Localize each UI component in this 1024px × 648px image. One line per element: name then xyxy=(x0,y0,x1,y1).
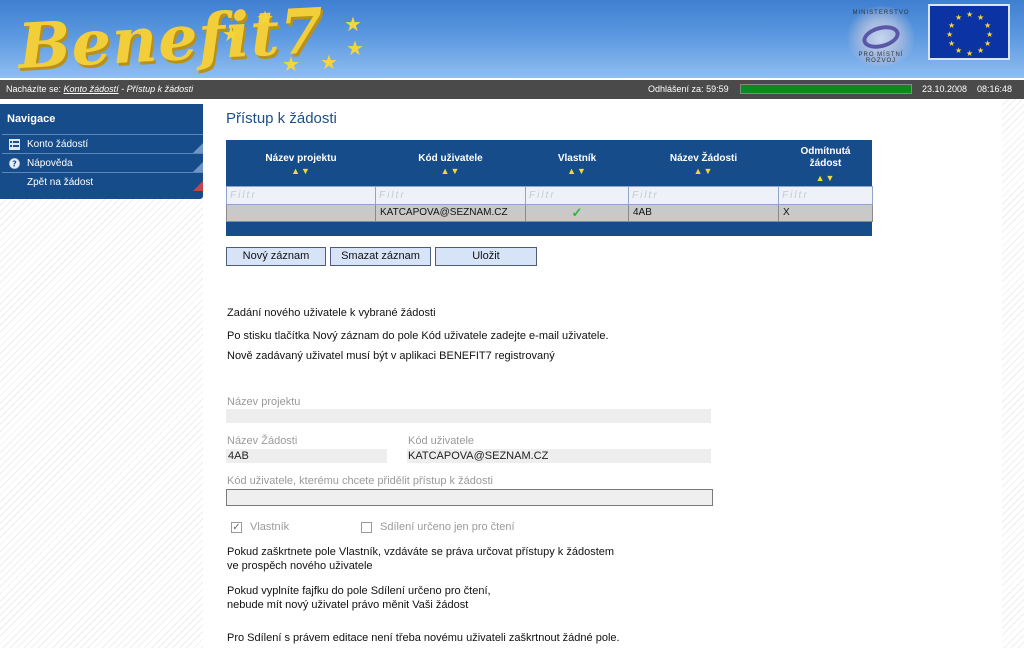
column-header-vlastnik[interactable]: Vlastník ▲▼ xyxy=(526,140,629,186)
table-row[interactable]: KATCAPOVA@SEZNAM.CZ ✓ 4AB X xyxy=(226,203,873,222)
sidebar-item-napoveda[interactable]: ? Nápověda xyxy=(2,153,203,172)
nazev-zadosti-label: Název Žádosti xyxy=(227,435,298,447)
logout-countdown: Odhlášení za: 59:59 xyxy=(648,84,729,94)
breadcrumb-link-konto[interactable]: Konto žádostí xyxy=(64,84,119,94)
cell-nazev-zadosti: 4AB xyxy=(628,203,779,222)
check-icon: ✓ xyxy=(525,203,629,222)
logo-star-icon: ★ xyxy=(344,14,362,36)
info-line: Zadání nového uživatele k vybrané žádost… xyxy=(227,307,436,319)
sidebar-item-konto-zadosti[interactable]: Konto žádostí xyxy=(2,134,203,153)
cell-nazev-projektu xyxy=(226,203,376,222)
access-grid: Název projektu ▲▼ Kód uživatele ▲▼ Vlastní… xyxy=(226,140,873,236)
nazev-projektu-label: Název projektu xyxy=(227,396,301,408)
sidebar-item-zpet-na-zadost[interactable]: Zpět na žádost xyxy=(2,172,203,191)
kod-uzivatele-label: Kód uživatele xyxy=(408,435,475,447)
column-header-nazev-projektu[interactable]: Název projektu ▲▼ xyxy=(227,140,376,186)
logo-star-icon: ★ xyxy=(282,54,300,76)
sidebar-navigation: Navigace Konto žádostí ? Nápověda Zpět n… xyxy=(0,104,203,199)
note-text: Pro Sdílení s právem editace není třeba … xyxy=(227,632,620,644)
filter-input[interactable]: Filtr xyxy=(525,185,629,205)
column-header-nazev-zadosti[interactable]: Název Žádosti ▲▼ xyxy=(629,140,779,186)
nazev-projektu-field xyxy=(226,409,711,423)
breadcrumb: Nacházíte se: Konto žádostí - Přístup k … xyxy=(6,84,194,94)
readonly-checkbox[interactable] xyxy=(361,522,372,533)
breadcrumb-current: Přístup k žádosti xyxy=(126,84,194,94)
note-text: nebude mít nový uživatel právo měnit Vaš… xyxy=(227,599,469,611)
logo-star-icon: ★ xyxy=(256,8,274,30)
header-banner: Benefit7 ★ ★ ★ ★ ★ ★ MINISTERSTVO PRO MÍ… xyxy=(0,0,1024,78)
filter-row: Filtr Filtr Filtr Filtr Filtr xyxy=(226,185,873,205)
readonly-label: Sdílení určeno jen pro čtení xyxy=(380,521,515,533)
share-code-input[interactable] xyxy=(226,489,713,506)
sort-arrows-icon[interactable]: ▲▼ xyxy=(227,166,376,176)
eu-flag-icon: ★ ★ ★ ★ ★ ★ ★ ★ ★ ★ ★ ★ xyxy=(928,4,1010,60)
filter-input[interactable]: Filtr xyxy=(226,185,376,205)
vlastnik-checkbox[interactable]: ✓ xyxy=(231,522,242,533)
note-text: Pokud zaškrtnete pole Vlastník, vzdáváte… xyxy=(227,546,615,558)
filter-input[interactable]: Filtr xyxy=(628,185,779,205)
sidebar-title: Navigace xyxy=(7,113,56,125)
logo-star-icon: ★ xyxy=(346,38,364,60)
page-title: Přístup k žádosti xyxy=(226,110,337,127)
cell-odmitnuta: X xyxy=(778,203,873,222)
logo-star-icon: ★ xyxy=(320,52,338,74)
column-header-kod-uzivatele[interactable]: Kód uživatele ▲▼ xyxy=(376,140,526,186)
share-code-label: Kód uživatele, kterému chcete přidělit p… xyxy=(227,475,493,487)
status-time: 08:16:48 xyxy=(977,84,1013,94)
nazev-zadosti-field xyxy=(226,449,387,463)
note-text: Pokud vyplníte fajfku do pole Sdílení ur… xyxy=(227,585,491,597)
grid-header-row: Název projektu ▲▼ Kód uživatele ▲▼ Vlastní… xyxy=(227,140,873,186)
logout-timer: 59:59 xyxy=(706,84,729,94)
filter-input[interactable]: Filtr xyxy=(375,185,526,205)
filter-input[interactable]: Filtr xyxy=(778,185,873,205)
delete-record-button[interactable]: Smazat záznam xyxy=(330,247,431,266)
cell-kod-uzivatele: KATCAPOVA@SEZNAM.CZ xyxy=(375,203,526,222)
list-icon xyxy=(9,139,20,150)
new-record-button[interactable]: Nový záznam xyxy=(226,247,326,266)
session-progress-bar xyxy=(740,84,912,94)
help-icon: ? xyxy=(9,158,20,169)
logo-star-icon: ★ xyxy=(222,24,240,46)
vlastnik-label: Vlastník xyxy=(250,521,290,533)
ministry-logo: MINISTERSTVO PRO MÍSTNÍ ROZVOJ xyxy=(846,6,916,66)
sort-arrows-icon[interactable]: ▲▼ xyxy=(779,172,873,184)
svg-text:?: ? xyxy=(12,159,17,168)
sort-arrows-icon[interactable]: ▲▼ xyxy=(629,166,779,176)
checkmark-icon: ✓ xyxy=(232,522,241,533)
nazev-zadosti-value: 4AB xyxy=(228,450,249,462)
sort-arrows-icon[interactable]: ▲▼ xyxy=(526,166,629,176)
status-bar: Nacházíte se: Konto žádostí - Přístup k … xyxy=(0,80,1024,99)
sort-arrows-icon[interactable]: ▲▼ xyxy=(376,166,526,176)
info-line: Po stisku tlačítka Nový záznam do pole K… xyxy=(227,330,609,342)
kod-uzivatele-value: KATCAPOVA@SEZNAM.CZ xyxy=(408,450,549,462)
sidebar-background xyxy=(0,199,203,648)
column-header-odmitnuta-zadost[interactable]: Odmítnutá žádost ▲▼ xyxy=(779,140,873,186)
info-line: Nově zadávaný uživatel musí být v aplika… xyxy=(227,350,555,362)
right-background xyxy=(1002,99,1024,648)
save-button[interactable]: Uložit xyxy=(435,247,537,266)
benefit7-logo: Benefit7 xyxy=(16,0,327,78)
status-date: 23.10.2008 xyxy=(922,84,968,94)
note-text: ve prospěch nového uživatele xyxy=(227,560,373,572)
